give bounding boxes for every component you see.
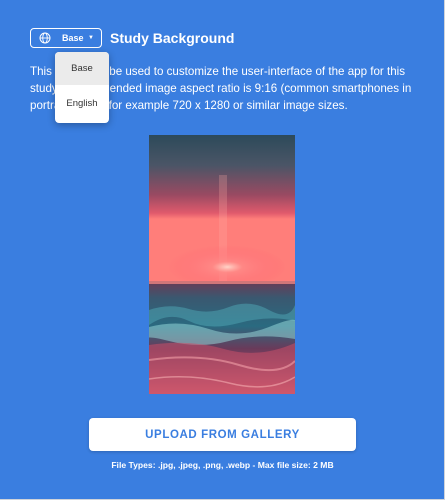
language-option-english[interactable]: English — [55, 87, 109, 120]
file-types-info: File Types: .jpg, .jpeg, .png, .webp - M… — [111, 460, 334, 470]
background-preview-image — [149, 135, 295, 394]
language-option-base[interactable]: Base — [55, 52, 109, 85]
language-select[interactable]: Base ▼ — [30, 28, 102, 48]
page-title: Study Background — [110, 30, 235, 46]
study-background-dialog: Base ▼ Study Background This image will … — [0, 0, 445, 500]
upload-from-gallery-button[interactable]: UPLOAD FROM GALLERY — [89, 418, 356, 451]
language-dropdown: Base English — [55, 52, 109, 123]
language-select-value: Base — [62, 33, 84, 43]
chevron-down-icon: ▼ — [88, 35, 94, 41]
globe-icon — [39, 32, 51, 44]
